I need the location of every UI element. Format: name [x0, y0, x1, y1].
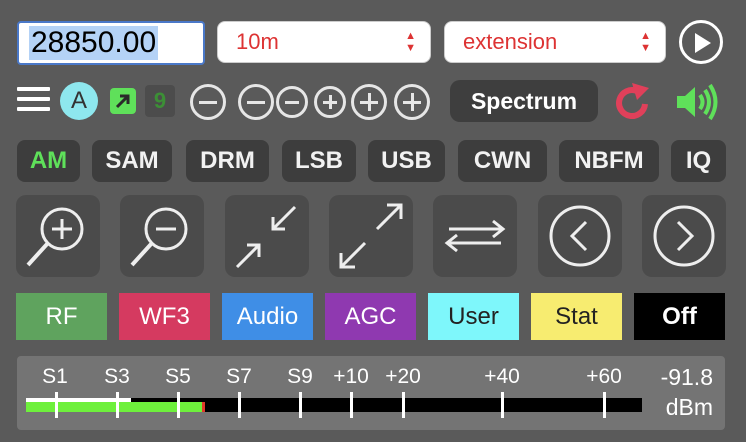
mode-am-button[interactable]: AM — [17, 140, 80, 182]
s-meter-label: +60 — [586, 365, 622, 388]
zoom-in-big-button[interactable] — [16, 195, 100, 277]
play-icon — [695, 33, 711, 53]
s-meter-tick — [177, 392, 180, 418]
s-meter-tick — [501, 392, 504, 418]
swap-button[interactable] — [433, 195, 517, 277]
reload-icon[interactable] — [613, 82, 653, 122]
zoom-in-small-icon[interactable] — [314, 86, 346, 118]
spectrum-button[interactable]: Spectrum — [450, 80, 598, 122]
mode-lsb-button[interactable]: LSB — [282, 140, 356, 182]
s-meter: S1 S3 S5 S7 S9 +10 +20 +40 +60 -91.8 dBm — [17, 356, 725, 430]
expand-button[interactable] — [329, 195, 413, 277]
s-meter-tick — [299, 392, 302, 418]
frequency-input[interactable]: 28850.00 — [17, 21, 205, 65]
mode-cwn-button[interactable]: CWN — [458, 140, 547, 182]
audio-button[interactable]: Audio — [222, 293, 313, 340]
s-meter-readout: -91.8 dBm — [661, 362, 713, 422]
s-meter-tick — [350, 392, 353, 418]
user-button[interactable]: User — [428, 293, 519, 340]
hamburger-icon[interactable] — [17, 87, 50, 115]
s-meter-label: S9 — [287, 365, 313, 388]
magnifier-plus-icon — [26, 207, 84, 267]
s-meter-label: +10 — [333, 365, 369, 388]
next-button[interactable] — [642, 195, 726, 277]
wf3-button[interactable]: WF3 — [119, 293, 210, 340]
s-meter-value: -91.8 — [660, 364, 713, 390]
control-panel: 28850.00 10m ▲ ▼ extension ▲ ▼ A 9 Spectru… — [0, 0, 746, 442]
band-select-value: 10m — [236, 29, 279, 54]
mode-usb-button[interactable]: USB — [368, 140, 445, 182]
select-arrows-icon: ▲ ▼ — [405, 30, 416, 54]
mode-drm-button[interactable]: DRM — [186, 140, 269, 182]
speaker-icon[interactable] — [675, 82, 721, 122]
chevron-right-circle-icon — [653, 205, 715, 267]
zoom-in-icon[interactable] — [351, 84, 387, 120]
magnifier-minus-icon — [130, 207, 188, 267]
arrow-up-right-icon[interactable] — [110, 88, 136, 114]
s-meter-tick — [603, 392, 606, 418]
s-meter-tick — [55, 392, 58, 418]
mode-sam-button[interactable]: SAM — [92, 140, 172, 182]
a-button[interactable]: A — [60, 82, 98, 120]
mode-iq-button[interactable]: IQ — [671, 140, 726, 182]
frequency-value[interactable]: 28850.00 — [29, 26, 159, 60]
s-meter-tick — [402, 392, 405, 418]
s-meter-level-edge — [202, 402, 205, 412]
previous-button[interactable] — [538, 195, 622, 277]
chevron-left-circle-icon — [549, 205, 611, 267]
s-meter-tick — [238, 392, 241, 418]
expand-icon — [339, 203, 403, 269]
s-meter-label: +40 — [484, 365, 520, 388]
zoom-out-max-icon[interactable] — [190, 84, 226, 120]
nine-button[interactable]: 9 — [145, 85, 175, 117]
s-meter-label: S5 — [165, 365, 191, 388]
s-meter-tick — [116, 392, 119, 418]
extension-select-value: extension — [463, 29, 558, 54]
zoom-out-big-button[interactable] — [120, 195, 204, 277]
off-button[interactable]: Off — [634, 293, 725, 340]
band-select[interactable]: 10m ▲ ▼ — [217, 21, 431, 63]
stat-button[interactable]: Stat — [531, 293, 622, 340]
swap-arrows-icon — [444, 219, 506, 253]
select-arrows-icon: ▲ ▼ — [640, 30, 651, 54]
s-meter-unit: dBm — [665, 394, 713, 420]
s-meter-label: S3 — [104, 365, 130, 388]
zoom-out-icon[interactable] — [238, 84, 274, 120]
s-meter-label: S7 — [226, 365, 252, 388]
agc-button[interactable]: AGC — [325, 293, 416, 340]
zoom-in-max-icon[interactable] — [394, 84, 430, 120]
s-meter-label: +20 — [385, 365, 421, 388]
play-button[interactable] — [679, 20, 723, 64]
extension-select[interactable]: extension ▲ ▼ — [444, 21, 666, 63]
rf-button[interactable]: RF — [16, 293, 107, 340]
zoom-out-small-icon[interactable] — [276, 86, 308, 118]
compress-button[interactable] — [225, 195, 309, 277]
mode-nbfm-button[interactable]: NBFM — [559, 140, 659, 182]
compress-icon — [235, 205, 297, 269]
s-meter-label: S1 — [42, 365, 68, 388]
